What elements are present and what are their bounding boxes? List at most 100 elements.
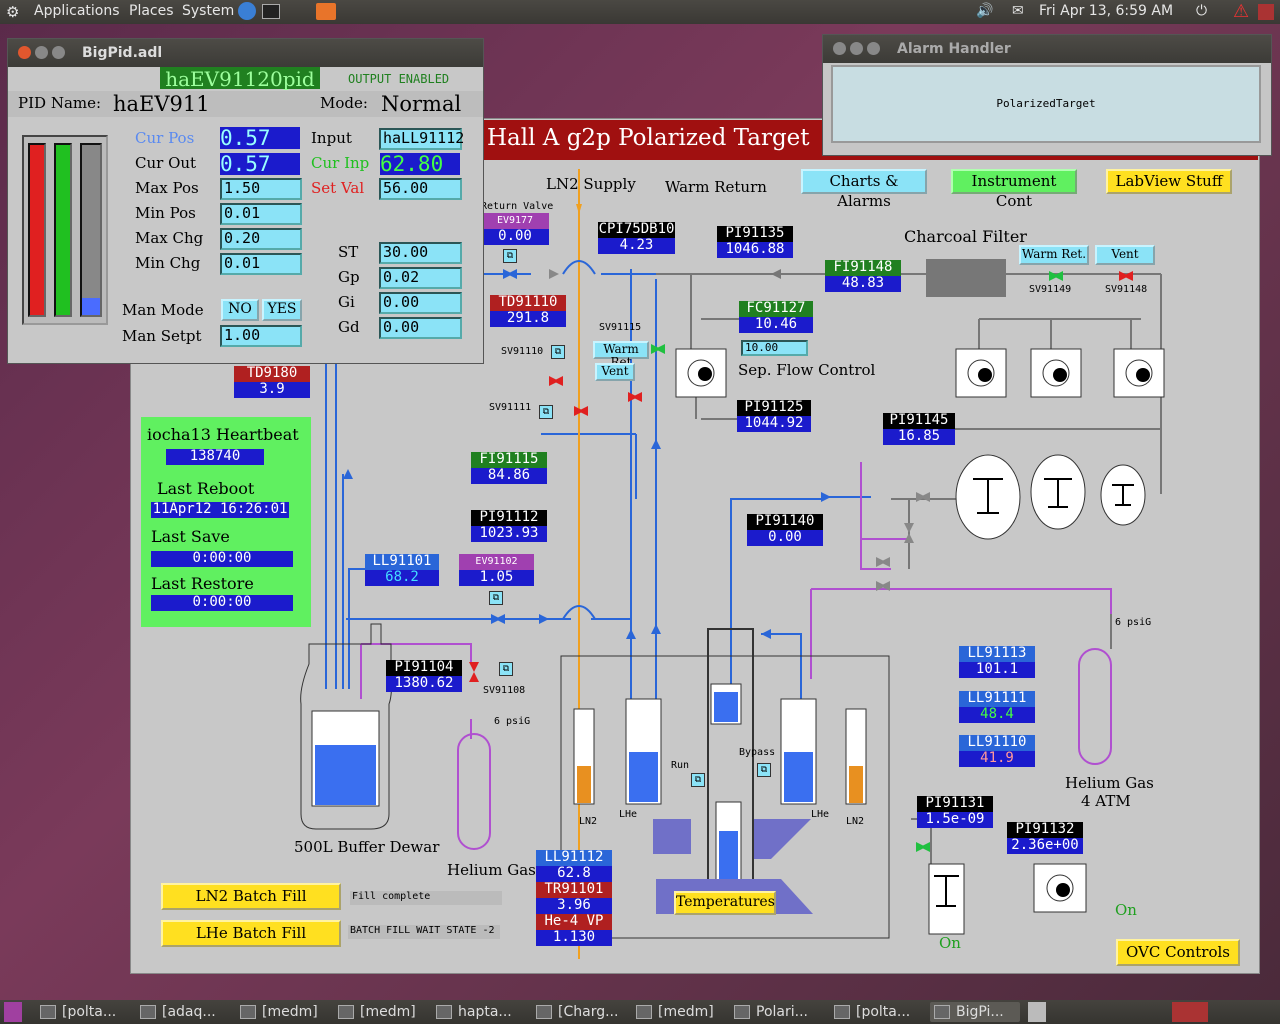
ll91110-readout: LL91110 41.9 — [959, 735, 1035, 767]
minimize-icon[interactable] — [850, 42, 863, 55]
ln2-right-label: LN2 — [846, 816, 865, 827]
show-desktop-icon[interactable] — [4, 1002, 22, 1022]
task-7[interactable]: Polari... — [734, 1002, 808, 1022]
set-val-entry[interactable]: 56.00 — [379, 178, 462, 200]
warning-icon[interactable]: ⚠ — [1233, 1, 1249, 22]
st-label: ST — [338, 243, 359, 261]
mail-icon[interactable]: ✉ — [1012, 3, 1024, 19]
window-icon — [834, 1005, 850, 1019]
return-valve-label: Return Valve — [481, 201, 554, 212]
vent-small-button[interactable]: Vent — [595, 363, 635, 381]
instrument-cont-button[interactable]: Instrument Cont — [951, 169, 1077, 210]
man-mode-label: Man Mode — [122, 301, 204, 319]
task-9[interactable]: BigPi... — [930, 1002, 1020, 1022]
ln2-batch-fill-button[interactable]: LN2 Batch Fill — [161, 883, 341, 910]
helium-gas-4atm-label: Helium Gas — [1065, 774, 1154, 792]
ev9177-readout: EV9177 0.00 — [481, 213, 549, 245]
labview-stuff-button[interactable]: LabView Stuff — [1106, 169, 1232, 194]
task-3[interactable]: [medm] — [338, 1002, 416, 1022]
close-icon[interactable] — [18, 46, 31, 59]
task-2[interactable]: [medm] — [240, 1002, 318, 1022]
input-entry[interactable]: haLL91112 — [379, 128, 464, 150]
man-mode-no-button[interactable]: NO — [221, 299, 259, 321]
ubuntu-logo-icon[interactable]: ⚙ — [6, 3, 19, 21]
gi-label: Gi — [338, 293, 355, 311]
temperatures-button[interactable]: Temperatures — [674, 891, 776, 915]
volume-icon[interactable]: 🔊 — [976, 3, 993, 19]
pi91131-readout: PI91131 1.5e-09 — [917, 796, 993, 828]
vent-top-button[interactable]: Vent — [1095, 245, 1155, 265]
task-6[interactable]: [medm] — [636, 1002, 714, 1022]
buffer-dewar-label: 500L Buffer Dewar — [294, 838, 440, 856]
power-icon[interactable]: ⏻ — [1196, 3, 1207, 19]
ev91102-control-icon[interactable]: ⧉ — [489, 591, 503, 605]
max-pos-entry[interactable]: 1.50 — [220, 178, 302, 200]
run-valve-control-icon[interactable]: ⧉ — [691, 773, 705, 787]
min-chg-entry[interactable]: 0.01 — [220, 253, 302, 275]
lhe-batch-fill-button[interactable]: LHe Batch Fill — [161, 920, 341, 947]
workspace-switcher-icon[interactable] — [1172, 1002, 1208, 1022]
sep-flow-control-label: Sep. Flow Control — [738, 361, 876, 379]
mode-value: Normal — [381, 92, 462, 116]
charcoal-filter-icon — [926, 259, 1006, 297]
window-icon — [934, 1005, 950, 1019]
trash-icon[interactable] — [1028, 1002, 1046, 1022]
warm-ret-small-button[interactable]: Warm Ret — [593, 341, 649, 369]
min-pos-label: Min Pos — [135, 204, 196, 222]
max-pos-label: Max Pos — [135, 179, 199, 197]
clock[interactable]: Fri Apr 13, 6:59 AM — [1039, 3, 1173, 19]
menu-applications[interactable]: Applications — [34, 3, 120, 19]
lhe-right-label: LHe — [811, 809, 830, 820]
task-4[interactable]: hapta... — [436, 1002, 512, 1022]
cpi75db10-readout: CPI75DB10 4.23 — [598, 221, 675, 254]
alarm-handler-window: Alarm Handler PolarizedTarget — [822, 34, 1272, 156]
menu-system[interactable]: System — [182, 3, 234, 19]
ln2-left-label: LN2 — [579, 816, 598, 827]
task-1[interactable]: [adaq... — [140, 1002, 216, 1022]
sv91111-control-icon[interactable]: ⧉ — [539, 405, 553, 419]
gd-entry[interactable]: 0.00 — [379, 317, 462, 339]
man-setpt-entry[interactable]: 1.00 — [220, 325, 302, 347]
sv91110-control-icon[interactable]: ⧉ — [551, 345, 565, 359]
ll91112-readout: LL91112 62.8 — [536, 850, 612, 882]
min-pos-entry[interactable]: 0.01 — [220, 203, 302, 225]
close-icon[interactable] — [833, 42, 846, 55]
alarm-tray-icon[interactable] — [1258, 4, 1274, 20]
max-chg-label: Max Chg — [135, 229, 204, 247]
sep-flow-entry[interactable]: 10.00 — [741, 340, 808, 356]
chromium-icon[interactable] — [238, 2, 256, 20]
sv91108-control-icon[interactable]: ⧉ — [499, 662, 513, 676]
folder-icon[interactable] — [316, 3, 336, 20]
task-0[interactable]: [polta... — [40, 1002, 116, 1022]
minimize-icon[interactable] — [35, 46, 48, 59]
warm-ret-top-button[interactable]: Warm Ret. — [1019, 245, 1089, 265]
max-chg-entry[interactable]: 0.20 — [220, 228, 302, 250]
gp-entry[interactable]: 0.02 — [379, 267, 462, 289]
menu-places[interactable]: Places — [129, 3, 174, 19]
pi91145-readout: PI91145 16.85 — [883, 413, 955, 445]
return-valve-control-icon[interactable]: ⧉ — [503, 249, 517, 263]
maximize-icon[interactable] — [867, 42, 880, 55]
terminal-icon[interactable] — [262, 4, 280, 19]
alarm-window-title: Alarm Handler — [897, 41, 1011, 57]
cur-pos-label: Cur Pos — [135, 129, 195, 147]
charts-alarms-button[interactable]: Charts & Alarms — [801, 169, 927, 210]
gi-entry[interactable]: 0.00 — [379, 292, 462, 314]
man-mode-yes-button[interactable]: YES — [262, 299, 302, 321]
cur-inp-label: Cur Inp — [311, 154, 370, 172]
bigpid-titlebar: BigPid.adl — [8, 39, 483, 67]
maximize-icon[interactable] — [52, 46, 65, 59]
task-5[interactable]: [Charg... — [536, 1002, 618, 1022]
last-restore-value: 0:00:00 — [151, 595, 293, 611]
bypass-valve-control-icon[interactable]: ⧉ — [757, 763, 771, 777]
st-entry[interactable]: 30.00 — [379, 242, 462, 264]
alarm-group-box[interactable]: PolarizedTarget — [831, 65, 1261, 143]
pi91135-readout: PI91135 1046.88 — [717, 226, 793, 258]
ovc-controls-button[interactable]: OVC Controls — [1116, 939, 1240, 966]
task-8[interactable]: [polta... — [834, 1002, 910, 1022]
sv91149-label: SV91149 — [1029, 284, 1072, 295]
last-save-value: 0:00:00 — [151, 551, 293, 567]
six-psig-label-b: 6 psiG — [1115, 617, 1152, 628]
bar-blue — [80, 143, 102, 317]
input-label: Input — [311, 129, 352, 147]
